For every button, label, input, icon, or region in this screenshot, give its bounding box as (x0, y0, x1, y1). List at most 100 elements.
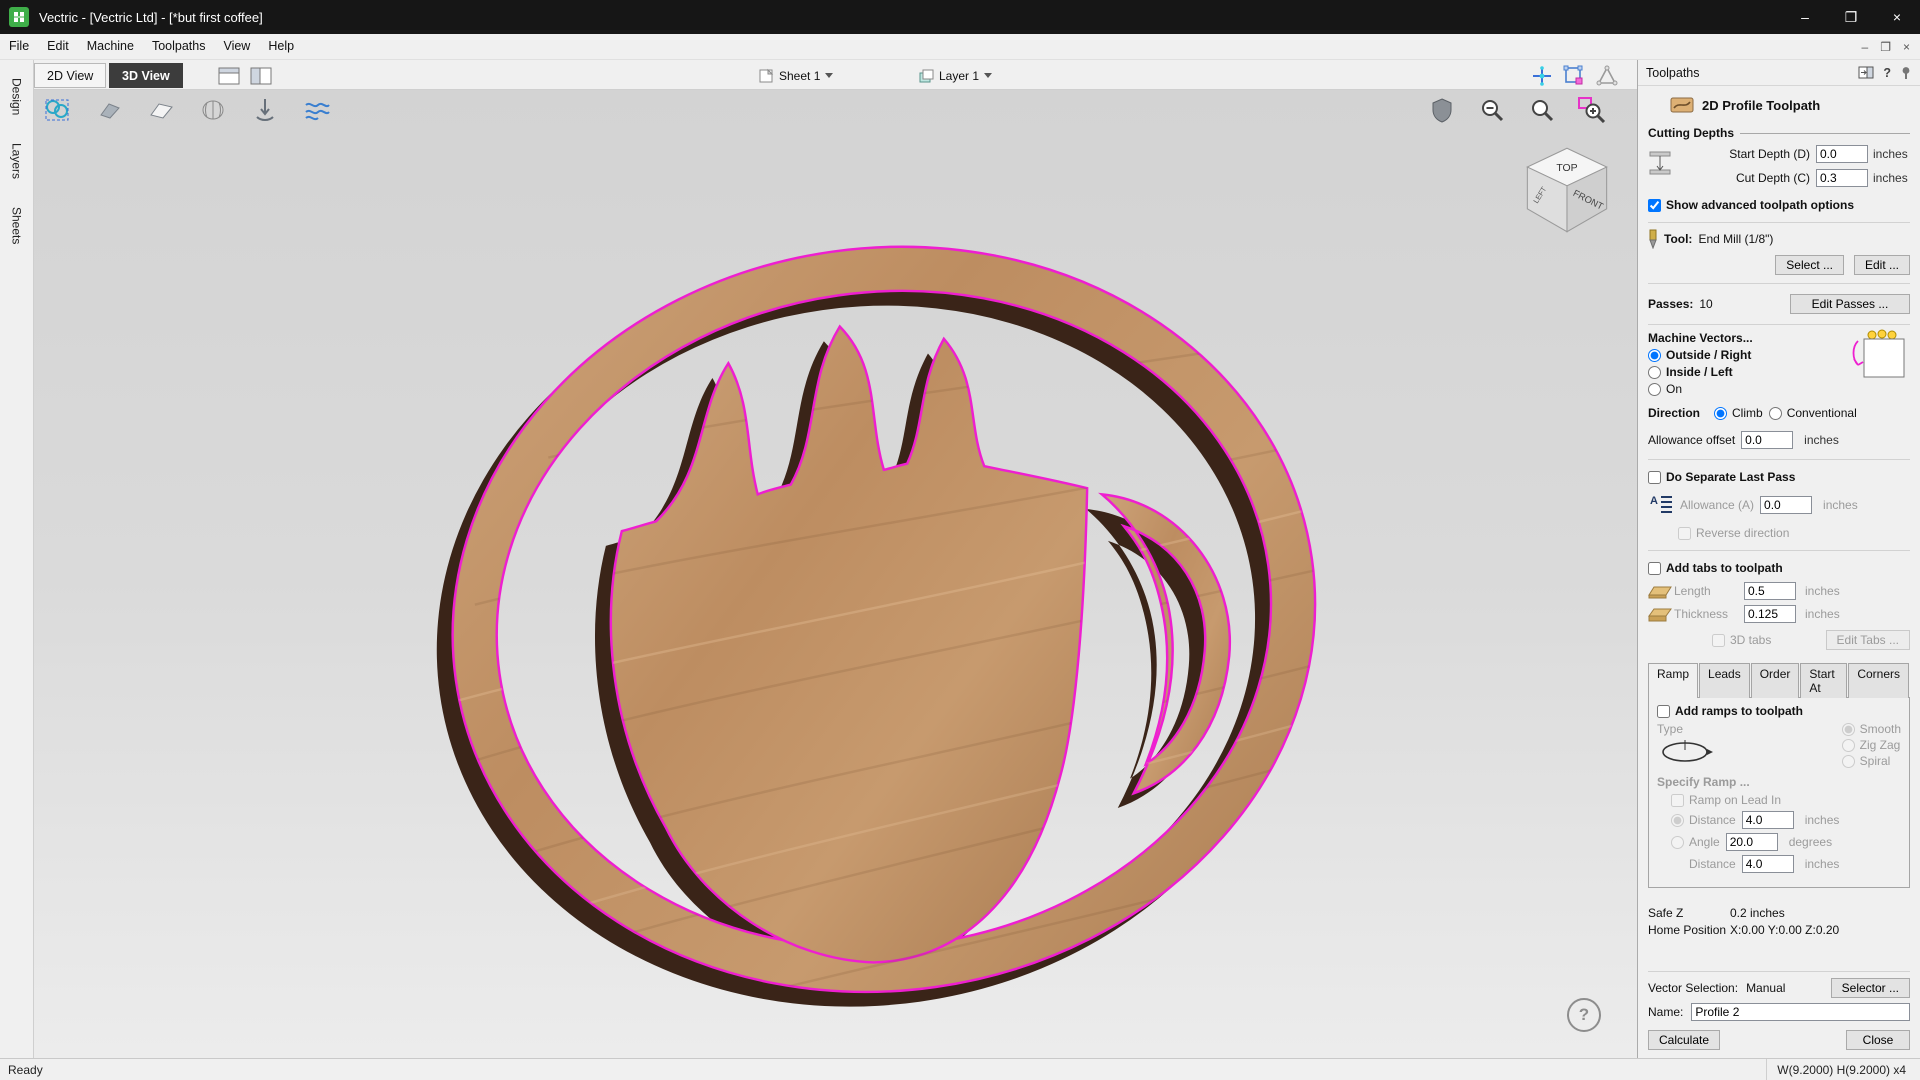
zoom-out-icon[interactable] (1475, 94, 1509, 126)
ramp-smooth-radio (1842, 723, 1855, 736)
status-dimensions: W(9.2000) H(9.2000) x4 (1766, 1059, 1920, 1080)
mdi-minimize-button[interactable]: – (1862, 40, 1869, 54)
direction-climb-radio[interactable] (1714, 407, 1727, 420)
pin-icon[interactable] (1900, 66, 1912, 80)
vector-selection-value: Manual (1746, 981, 1785, 995)
zoom-extents-icon[interactable] (1525, 94, 1559, 126)
ramp-distance2-input[interactable] (1742, 855, 1794, 873)
last-pass-allowance-input[interactable] (1760, 496, 1812, 514)
add-ramps-checkbox[interactable] (1657, 705, 1670, 718)
show-advanced-checkbox[interactable] (1648, 199, 1661, 212)
tab-corners[interactable]: Corners (1848, 663, 1909, 698)
close-button[interactable]: × (1874, 0, 1920, 34)
toolpath-preview-icon[interactable] (300, 94, 334, 126)
divider (1740, 133, 1910, 134)
toolpath-name-input[interactable] (1691, 1003, 1910, 1021)
tab-2d-view[interactable]: 2D View (34, 63, 106, 88)
ramp-spiral-label: Spiral (1860, 754, 1891, 768)
direction-conventional-radio[interactable] (1769, 407, 1782, 420)
set-origin-icon[interactable] (248, 94, 282, 126)
tab-thickness-input[interactable] (1744, 605, 1796, 623)
cut-depth-input[interactable] (1816, 169, 1868, 187)
divider (1648, 222, 1910, 223)
3d-viewport[interactable]: TOP LEFT FRONT ? (34, 90, 1637, 1058)
viewcube-top-label[interactable]: TOP (1556, 163, 1577, 174)
help-button[interactable]: ? (1567, 998, 1601, 1032)
maximize-button[interactable]: ❐ (1828, 0, 1874, 34)
sheet-selector-label: Sheet 1 (779, 69, 820, 83)
layer-icon (918, 68, 934, 84)
menu-toolpaths[interactable]: Toolpaths (143, 34, 215, 59)
tab-length-input[interactable] (1744, 582, 1796, 600)
home-position-value: X:0.00 Y:0.00 Z:0.20 (1730, 923, 1910, 937)
status-ready: Ready (0, 1063, 43, 1077)
ramp-lead-in-label: Ramp on Lead In (1689, 793, 1781, 807)
edit-passes-button[interactable]: Edit Passes ... (1790, 294, 1910, 314)
window-layout-vertical-icon[interactable] (248, 63, 274, 88)
sheet-icon (758, 68, 774, 84)
title-bar: Vectric - [Vectric Ltd] - [*but first co… (0, 0, 1920, 34)
sidebar-item-sheets[interactable]: Sheets (6, 197, 28, 254)
ramp-angle-input[interactable] (1726, 833, 1778, 851)
menu-view[interactable]: View (214, 34, 259, 59)
minimize-button[interactable]: – (1782, 0, 1828, 34)
layer-selector[interactable]: Layer 1 (912, 64, 998, 87)
add-tabs-checkbox[interactable] (1648, 562, 1661, 575)
design-wood-faces[interactable] (404, 191, 1363, 1047)
cut-depth-label: Cut Depth (C) (1678, 171, 1816, 185)
selector-button[interactable]: Selector ... (1831, 978, 1910, 998)
sheet-selector[interactable]: Sheet 1 (752, 64, 839, 87)
start-depth-input[interactable] (1816, 145, 1868, 163)
menu-help[interactable]: Help (259, 34, 303, 59)
layer-selector-label: Layer 1 (939, 69, 979, 83)
view-cube[interactable]: TOP LEFT FRONT (1519, 142, 1615, 238)
start-depth-label: Start Depth (D) (1678, 147, 1816, 161)
vector-selection-label: Vector Selection: (1648, 981, 1738, 995)
calculate-button[interactable]: Calculate (1648, 1030, 1720, 1050)
mdi-restore-button[interactable]: ❐ (1880, 40, 1891, 54)
tool-select-button[interactable]: Select ... (1775, 255, 1844, 275)
snap-geometry-icon[interactable] (1561, 63, 1587, 88)
menu-file[interactable]: File (0, 34, 38, 59)
start-depth-units: inches (1868, 147, 1910, 161)
mdi-close-button[interactable]: × (1903, 40, 1910, 54)
isolate-shield-icon[interactable] (1425, 94, 1459, 126)
ramp-angle-label: Angle (1689, 835, 1720, 849)
last-pass-checkbox[interactable] (1648, 471, 1661, 484)
ramp-angle-radio (1671, 836, 1684, 849)
machine-inside-radio[interactable] (1648, 366, 1661, 379)
menu-machine[interactable]: Machine (78, 34, 143, 59)
auto-hide-icon[interactable] (1858, 66, 1874, 79)
tab-thickness-label: Thickness (1674, 607, 1744, 621)
zoom-box-icon[interactable] (1575, 94, 1609, 126)
divider (1648, 550, 1910, 551)
set-drawing-plane-icon[interactable] (92, 94, 126, 126)
tab-leads[interactable]: Leads (1699, 663, 1750, 698)
snap-toggle-icon[interactable] (1529, 63, 1555, 88)
machine-outside-radio[interactable] (1648, 349, 1661, 362)
ramp-lead-in-checkbox (1671, 794, 1684, 807)
select-vectors-icon[interactable] (40, 94, 74, 126)
allowance-offset-input[interactable] (1741, 431, 1793, 449)
tab-3d-view[interactable]: 3D View (109, 63, 183, 88)
tool-edit-button[interactable]: Edit ... (1854, 255, 1910, 275)
sidebar-item-design[interactable]: Design (6, 68, 28, 125)
material-plane-icon[interactable] (144, 94, 178, 126)
tab-order[interactable]: Order (1751, 663, 1800, 698)
machine-on-radio[interactable] (1648, 383, 1661, 396)
snap-guides-icon[interactable] (1594, 63, 1620, 88)
window-layout-horizontal-icon[interactable] (216, 63, 242, 88)
machine-on-label: On (1666, 382, 1682, 396)
tab-start-at[interactable]: Start At (1800, 663, 1847, 698)
sidebar-item-layers[interactable]: Layers (6, 133, 28, 189)
close-dialog-button[interactable]: Close (1846, 1030, 1910, 1050)
menu-edit[interactable]: Edit (38, 34, 78, 59)
divider (1648, 459, 1910, 460)
panel-title: Toolpaths (1646, 66, 1700, 80)
panel-help-icon[interactable]: ? (1883, 66, 1891, 80)
shading-sphere-icon[interactable] (196, 94, 230, 126)
design-3d-render[interactable] (34, 90, 1637, 1058)
ramp-distance-input[interactable] (1742, 811, 1794, 829)
tab-ramp[interactable]: Ramp (1648, 663, 1698, 698)
divider (1648, 324, 1910, 325)
